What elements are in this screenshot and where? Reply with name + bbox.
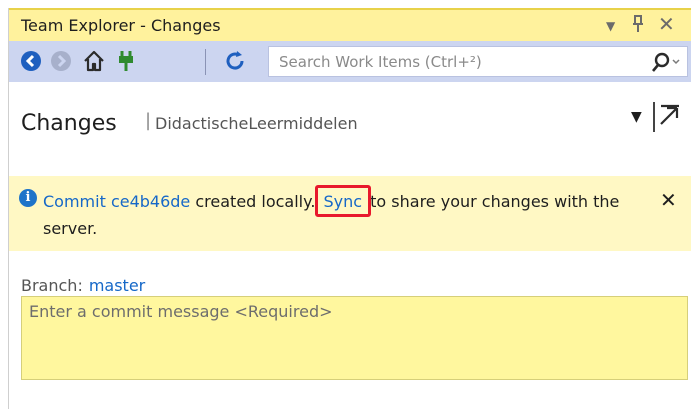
- window-title: Team Explorer - Changes: [21, 16, 221, 35]
- info-icon: i: [19, 189, 37, 207]
- branch-row: Branch: master: [21, 276, 145, 295]
- close-icon[interactable]: ✕: [658, 12, 675, 36]
- commit-message-placeholder: Enter a commit message <Required>: [29, 302, 333, 321]
- title-bar: Team Explorer - Changes ▼ ✕: [9, 8, 691, 41]
- back-icon[interactable]: [19, 49, 43, 73]
- toolbar: Search Work Items (Ctrl+²): [9, 41, 691, 82]
- page-title: Changes: [21, 111, 117, 136]
- branch-link[interactable]: master: [89, 276, 145, 295]
- navigate-up-icon[interactable]: [653, 102, 685, 132]
- search-work-items-input[interactable]: Search Work Items (Ctrl+²): [268, 46, 688, 77]
- toolbar-separator: [205, 49, 206, 75]
- search-placeholder: Search Work Items (Ctrl+²): [279, 53, 482, 71]
- dismiss-notification-button[interactable]: ✕: [660, 188, 677, 212]
- branch-label: Branch:: [21, 276, 83, 295]
- search-icon[interactable]: [651, 50, 681, 78]
- window-dropdown-icon[interactable]: ▼: [606, 19, 615, 33]
- page-dropdown-icon[interactable]: ▼: [631, 109, 642, 125]
- page-header: Changes | DidactischeLeermiddelen ▼: [9, 82, 691, 140]
- commit-link[interactable]: Commit ce4b46de: [43, 192, 190, 211]
- pin-icon[interactable]: [630, 14, 646, 39]
- highlight-box: [314, 185, 372, 217]
- notification-text-created: created locally.: [190, 192, 316, 211]
- home-icon[interactable]: [82, 49, 106, 73]
- commit-notification: i Commit ce4b46de created locally. Sync …: [9, 176, 691, 251]
- team-explorer-window: Team Explorer - Changes ▼ ✕ Search Work …: [8, 8, 691, 409]
- commit-message-input[interactable]: Enter a commit message <Required>: [21, 296, 688, 380]
- forward-icon[interactable]: [49, 49, 73, 73]
- title-separator: |: [145, 110, 152, 131]
- connect-icon[interactable]: [114, 49, 138, 73]
- refresh-icon[interactable]: [223, 49, 247, 73]
- repository-name: DidactischeLeermiddelen: [155, 114, 358, 133]
- notification-message: Commit ce4b46de created locally. Sync to…: [43, 185, 643, 242]
